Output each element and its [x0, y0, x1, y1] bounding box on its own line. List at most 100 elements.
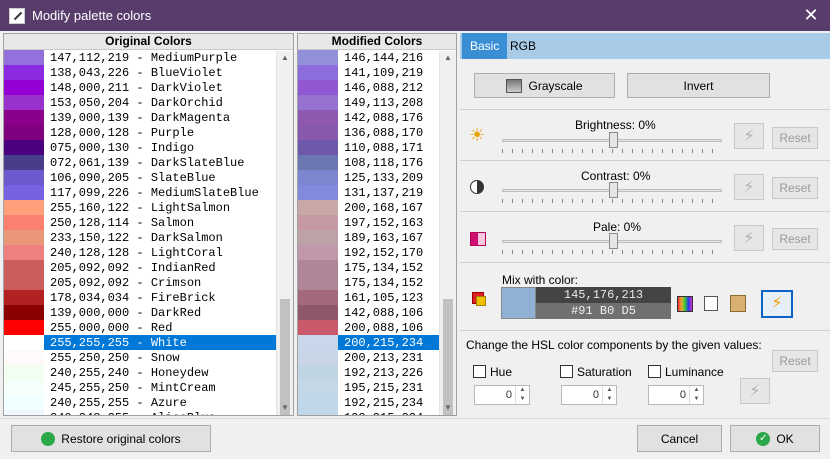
list-item[interactable]: 138,043,226 - BlueViolet	[4, 65, 293, 80]
hue-checkbox[interactable]	[473, 365, 486, 378]
list-item[interactable]: 200,215,234	[298, 335, 456, 350]
list-item[interactable]: 175,134,152	[298, 260, 456, 275]
modified-colors-list[interactable]: Modified Colors 146,144,216 141,109,219 14…	[297, 33, 457, 416]
hue-stepper[interactable]: 0 ▲ ▼	[474, 385, 530, 405]
close-button[interactable]: ✕	[800, 4, 822, 26]
scrollbar[interactable]: ▲ ▼	[439, 51, 456, 415]
list-item[interactable]: 200,088,106	[298, 320, 456, 335]
paste-icon[interactable]	[730, 295, 746, 312]
list-item[interactable]: 136,088,170	[298, 125, 456, 140]
list-item[interactable]: 117,099,226 - MediumSlateBlue	[4, 185, 293, 200]
list-item[interactable]: 192,213,226	[298, 365, 456, 380]
brightness-slider[interactable]	[502, 129, 722, 153]
list-item[interactable]: 240,255,240 - Honeydew	[4, 365, 293, 380]
color-swatch	[298, 365, 338, 380]
list-item[interactable]: 146,088,212	[298, 80, 456, 95]
scroll-thumb[interactable]	[443, 299, 453, 415]
tab-basic[interactable]: Basic	[462, 33, 508, 59]
apply-hsl-button[interactable]: ⚡	[740, 378, 770, 404]
list-item[interactable]: 142,088,106	[298, 305, 456, 320]
apply-mix-button[interactable]: ⚡	[761, 290, 793, 318]
apply-brightness-button[interactable]: ⚡	[734, 123, 764, 149]
reset-brightness-button[interactable]: Reset	[772, 127, 818, 149]
restore-original-colors-button[interactable]: Restore original colors	[11, 425, 211, 452]
stepper-arrows-icon[interactable]: ▲ ▼	[515, 386, 529, 404]
apply-contrast-button[interactable]: ⚡	[734, 174, 764, 200]
copy-icon[interactable]	[704, 296, 718, 311]
color-value: 125,133,209	[344, 170, 424, 185]
list-item[interactable]: 245,255,250 - MintCream	[4, 380, 293, 395]
list-item[interactable]: 189,163,167	[298, 230, 456, 245]
list-item[interactable]: 197,152,163	[298, 215, 456, 230]
list-item[interactable]: 255,255,255 - White	[4, 335, 293, 350]
list-item[interactable]: 106,090,205 - SlateBlue	[4, 170, 293, 185]
cancel-button[interactable]: Cancel	[637, 425, 722, 452]
list-item[interactable]: 195,215,231	[298, 380, 456, 395]
list-item[interactable]: 110,088,171	[298, 140, 456, 155]
list-item[interactable]: 255,250,250 - Snow	[4, 350, 293, 365]
list-item[interactable]: 205,092,092 - IndianRed	[4, 260, 293, 275]
list-item[interactable]: 142,088,176	[298, 110, 456, 125]
brightness-thumb[interactable]	[609, 132, 618, 148]
scroll-up-icon[interactable]: ▲	[277, 51, 293, 65]
list-item[interactable]: 153,050,204 - DarkOrchid	[4, 95, 293, 110]
list-item[interactable]: 255,000,000 - Red	[4, 320, 293, 335]
color-swatch	[298, 320, 338, 335]
list-item[interactable]: 146,144,216	[298, 50, 456, 65]
list-item[interactable]: 108,118,176	[298, 155, 456, 170]
tab-rgb[interactable]: RGB	[502, 33, 544, 59]
pale-icon	[470, 232, 486, 246]
reset-pale-button[interactable]: Reset	[772, 228, 818, 250]
list-item[interactable]: 200,168,167	[298, 200, 456, 215]
list-item[interactable]: 147,112,219 - MediumPurple	[4, 50, 293, 65]
scroll-down-icon[interactable]: ▼	[277, 401, 293, 415]
pale-thumb[interactable]	[609, 233, 618, 249]
scroll-thumb[interactable]	[280, 299, 290, 415]
list-item[interactable]: 240,248,255 - AliceBlue	[4, 410, 293, 415]
reset-contrast-button[interactable]: Reset	[772, 177, 818, 199]
list-item[interactable]: 205,092,092 - Crimson	[4, 275, 293, 290]
saturation-stepper[interactable]: 0 ▲ ▼	[561, 385, 617, 405]
list-item[interactable]: 240,128,128 - LightCoral	[4, 245, 293, 260]
list-item[interactable]: 148,000,211 - DarkViolet	[4, 80, 293, 95]
list-item[interactable]: 192,215,234	[298, 410, 456, 415]
list-item[interactable]: 075,000,130 - Indigo	[4, 140, 293, 155]
apply-pale-button[interactable]: ⚡	[734, 225, 764, 251]
list-item[interactable]: 161,105,123	[298, 290, 456, 305]
grayscale-button[interactable]: Grayscale	[474, 73, 615, 98]
list-item[interactable]: 255,160,122 - LightSalmon	[4, 200, 293, 215]
contrast-thumb[interactable]	[609, 182, 618, 198]
list-item[interactable]: 200,213,231	[298, 350, 456, 365]
list-item[interactable]: 178,034,034 - FireBrick	[4, 290, 293, 305]
stepper-arrows-icon[interactable]: ▲ ▼	[689, 386, 703, 404]
list-item[interactable]: 139,000,000 - DarkRed	[4, 305, 293, 320]
luminance-stepper[interactable]: 0 ▲ ▼	[648, 385, 704, 405]
saturation-checkbox[interactable]	[560, 365, 573, 378]
list-item[interactable]: 141,109,219	[298, 65, 456, 80]
list-item[interactable]: 250,128,114 - Salmon	[4, 215, 293, 230]
list-item[interactable]: 131,137,219	[298, 185, 456, 200]
color-palette-icon[interactable]	[677, 296, 693, 312]
list-item[interactable]: 192,215,234	[298, 395, 456, 410]
pale-slider[interactable]	[502, 230, 722, 254]
luminance-checkbox[interactable]	[648, 365, 661, 378]
scroll-up-icon[interactable]: ▲	[440, 51, 456, 65]
list-item[interactable]: 128,000,128 - Purple	[4, 125, 293, 140]
list-item[interactable]: 192,152,170	[298, 245, 456, 260]
stepper-arrows-icon[interactable]: ▲ ▼	[602, 386, 616, 404]
list-item[interactable]: 240,255,255 - Azure	[4, 395, 293, 410]
list-item[interactable]: 072,061,139 - DarkSlateBlue	[4, 155, 293, 170]
original-colors-list[interactable]: Original Colors 147,112,219 - MediumPurp…	[3, 33, 294, 416]
list-item[interactable]: 139,000,139 - DarkMagenta	[4, 110, 293, 125]
list-item[interactable]: 233,150,122 - DarkSalmon	[4, 230, 293, 245]
reset-hsl-button[interactable]: Reset	[772, 350, 818, 372]
contrast-slider[interactable]	[502, 179, 722, 203]
ok-button[interactable]: ✓ OK	[730, 425, 820, 452]
scrollbar[interactable]: ▲ ▼	[276, 51, 293, 415]
mix-color-swatch[interactable]	[501, 287, 536, 319]
list-item[interactable]: 149,113,208	[298, 95, 456, 110]
invert-button[interactable]: Invert	[627, 73, 770, 98]
scroll-down-icon[interactable]: ▼	[440, 401, 456, 415]
list-item[interactable]: 125,133,209	[298, 170, 456, 185]
list-item[interactable]: 175,134,152	[298, 275, 456, 290]
